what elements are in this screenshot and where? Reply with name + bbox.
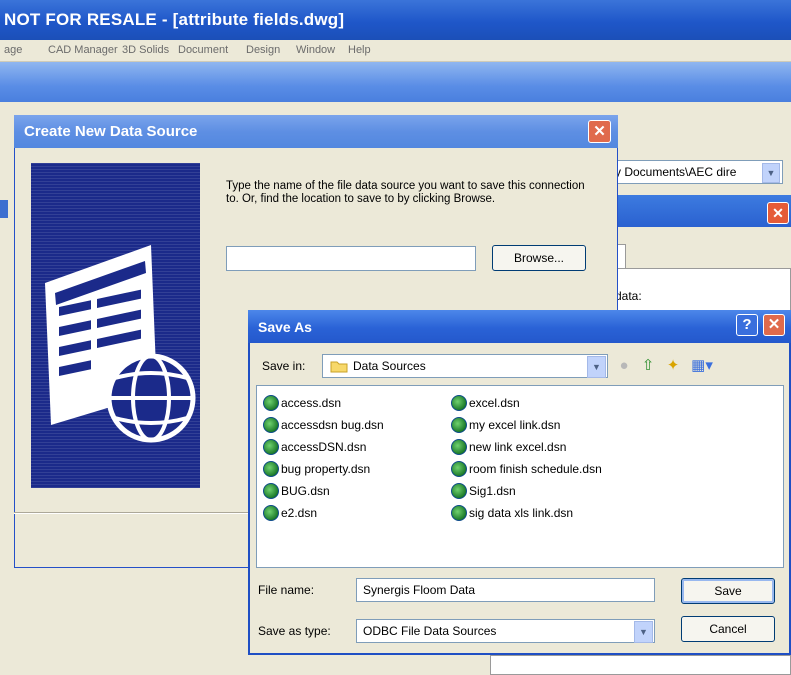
chevron-down-icon[interactable]: ▼ (634, 621, 653, 643)
globe-dsn-icon (263, 483, 279, 499)
browse-button[interactable]: Browse... (492, 245, 586, 271)
chevron-down-icon[interactable]: ▼ (587, 356, 606, 378)
help-icon[interactable]: ? (736, 314, 758, 336)
close-icon[interactable]: ✕ (767, 202, 789, 224)
back-icon[interactable]: ● (614, 356, 634, 376)
background-path-text: My Documents\AEC dire (605, 165, 737, 179)
menu-item-age[interactable]: age (4, 44, 22, 56)
list-item[interactable]: accessdsn bug.dsn (263, 416, 384, 434)
list-item[interactable]: Sig1.dsn (451, 482, 516, 500)
close-icon[interactable]: ✕ (588, 120, 611, 143)
menu-item-document[interactable]: Document (178, 44, 228, 56)
globe-dsn-icon (263, 395, 279, 411)
list-item[interactable]: accessDSN.dsn (263, 438, 366, 456)
views-icon[interactable]: ▦▾ (688, 356, 716, 376)
app-title: NOT FOR RESALE - [attribute fields.dwg] (4, 10, 345, 29)
list-item[interactable]: access.dsn (263, 394, 341, 412)
menu-item-cad-manager[interactable]: CAD Manager (48, 44, 118, 56)
list-item[interactable]: sig data xls link.dsn (451, 504, 573, 522)
globe-dsn-icon (263, 505, 279, 521)
globe-dsn-icon (451, 505, 467, 521)
globe-dsn-icon (263, 417, 279, 433)
save-in-label: Save in: (262, 359, 306, 373)
save-button[interactable]: Save (681, 578, 775, 604)
list-item[interactable]: e2.dsn (263, 504, 317, 522)
list-item[interactable]: new link excel.dsn (451, 438, 566, 456)
create-data-source-title-bar: Create New Data Source (14, 115, 618, 148)
globe-dsn-icon (263, 461, 279, 477)
dialog-title: Create New Data Source (24, 123, 198, 140)
app-title-bar: NOT FOR RESALE - [attribute fields.dwg] (0, 0, 791, 40)
globe-dsn-icon (451, 439, 467, 455)
background-bottom-panel (490, 655, 791, 675)
cancel-button[interactable]: Cancel (681, 616, 775, 642)
background-path-combo[interactable]: My Documents\AEC dire ▼ (598, 160, 783, 184)
menu-item-window[interactable]: Window (296, 44, 335, 56)
file-name-value: Synergis Floom Data (363, 583, 476, 597)
file-name-label: File name: (258, 583, 315, 597)
save-in-combo[interactable]: Data Sources ▼ (322, 354, 608, 378)
save-type-select[interactable]: ODBC File Data Sources ▼ (356, 619, 655, 643)
save-type-value: ODBC File Data Sources (363, 624, 497, 638)
data-source-illustration (31, 163, 200, 488)
app-menu-bar: age CAD Manager 3D Solids Document Desig… (0, 40, 791, 62)
globe-dsn-icon (451, 417, 467, 433)
folder-icon (330, 361, 348, 373)
app-toolbar (0, 62, 791, 102)
menu-item-design[interactable]: Design (246, 44, 280, 56)
globe-dsn-icon (451, 395, 467, 411)
globe-dsn-icon (451, 461, 467, 477)
menu-item-3d-solids[interactable]: 3D Solids (122, 44, 169, 56)
file-name-input[interactable]: Synergis Floom Data (356, 578, 655, 602)
list-item[interactable]: room finish schedule.dsn (451, 460, 602, 478)
globe-dsn-icon (263, 439, 279, 455)
globe-dsn-icon (451, 483, 467, 499)
background-label: data: (615, 289, 642, 303)
background-tab-edge (0, 200, 8, 218)
list-item[interactable]: excel.dsn (451, 394, 520, 412)
menu-item-help[interactable]: Help (348, 44, 371, 56)
file-list[interactable]: access.dsn accessdsn bug.dsn accessDSN.d… (256, 385, 784, 568)
list-item[interactable]: bug property.dsn (263, 460, 370, 478)
dialog-title: Save As (258, 319, 312, 335)
list-item[interactable]: my excel link.dsn (451, 416, 560, 434)
save-in-value: Data Sources (353, 359, 426, 373)
instructions-text: Type the name of the file data source yo… (226, 180, 585, 205)
list-item[interactable]: BUG.dsn (263, 482, 330, 500)
save-type-label: Save as type: (258, 624, 331, 638)
data-source-name-input[interactable] (226, 246, 476, 271)
close-icon[interactable]: ✕ (763, 314, 785, 336)
chevron-down-icon[interactable]: ▼ (762, 163, 780, 183)
new-folder-icon[interactable]: ✦ (663, 356, 683, 376)
save-as-title-bar: Save As (248, 310, 791, 343)
background-dialog-title-bar (598, 195, 791, 227)
up-folder-icon[interactable]: ⇧ (638, 356, 658, 376)
